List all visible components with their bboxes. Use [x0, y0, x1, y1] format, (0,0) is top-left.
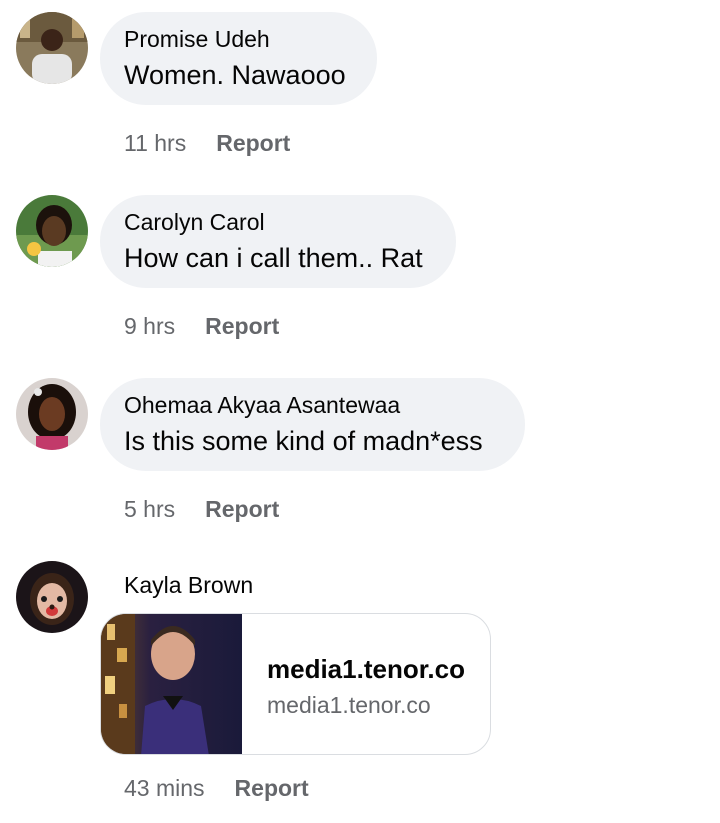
avatar-image: [16, 378, 88, 450]
avatar[interactable]: [16, 378, 88, 450]
avatar[interactable]: [16, 561, 88, 633]
link-domain: media1.tenor.co: [267, 692, 431, 718]
gif-thumbnail-image: [101, 614, 242, 754]
comment-bubble: Promise Udeh Women. Nawaooo: [100, 12, 377, 105]
comment-item: Kayla Brown media1.tenor.co media1.tenor…: [0, 549, 720, 823]
avatar[interactable]: [16, 12, 88, 84]
avatar-image: [16, 561, 88, 633]
comment-meta: 9 hrs Report: [124, 313, 279, 340]
report-button[interactable]: Report: [235, 775, 309, 801]
report-button[interactable]: Report: [205, 496, 279, 522]
comment-bubble: Carolyn Carol How can i call them.. Rat: [100, 195, 456, 288]
comment-item: Carolyn Carol How can i call them.. Rat …: [0, 183, 720, 353]
comment-author[interactable]: Promise Udeh: [124, 26, 270, 53]
avatar[interactable]: [16, 195, 88, 267]
comment-text: Is this some kind of madn*ess: [124, 426, 483, 456]
comment-text: How can i call them.. Rat: [124, 243, 423, 273]
comment-author[interactable]: Kayla Brown: [124, 572, 253, 599]
comment-author[interactable]: Ohemaa Akyaa Asantewaa: [124, 392, 400, 419]
comment-meta: 43 mins Report: [124, 775, 309, 802]
avatar-image: [16, 12, 88, 84]
comment-bubble: Ohemaa Akyaa Asantewaa Is this some kind…: [100, 378, 525, 471]
comment-meta: 5 hrs Report: [124, 496, 279, 523]
comment-text: Women. Nawaooo: [124, 60, 346, 90]
link-thumbnail: [101, 614, 242, 754]
avatar-image: [16, 195, 88, 267]
comment-item: Ohemaa Akyaa Asantewaa Is this some kind…: [0, 366, 720, 536]
comment-timestamp[interactable]: 43 mins: [124, 775, 205, 801]
comment-timestamp[interactable]: 11 hrs: [124, 130, 186, 156]
comment-meta: 11 hrs Report: [124, 130, 290, 157]
comment-author[interactable]: Carolyn Carol: [124, 209, 265, 236]
report-button[interactable]: Report: [216, 130, 290, 156]
link-title: media1.tenor.co: [267, 654, 465, 684]
comment-timestamp[interactable]: 9 hrs: [124, 313, 175, 339]
report-button[interactable]: Report: [205, 313, 279, 339]
comment-timestamp[interactable]: 5 hrs: [124, 496, 175, 522]
link-preview-card[interactable]: media1.tenor.co media1.tenor.co: [100, 613, 491, 755]
comment-item: Promise Udeh Women. Nawaooo 11 hrs Report: [0, 0, 720, 170]
